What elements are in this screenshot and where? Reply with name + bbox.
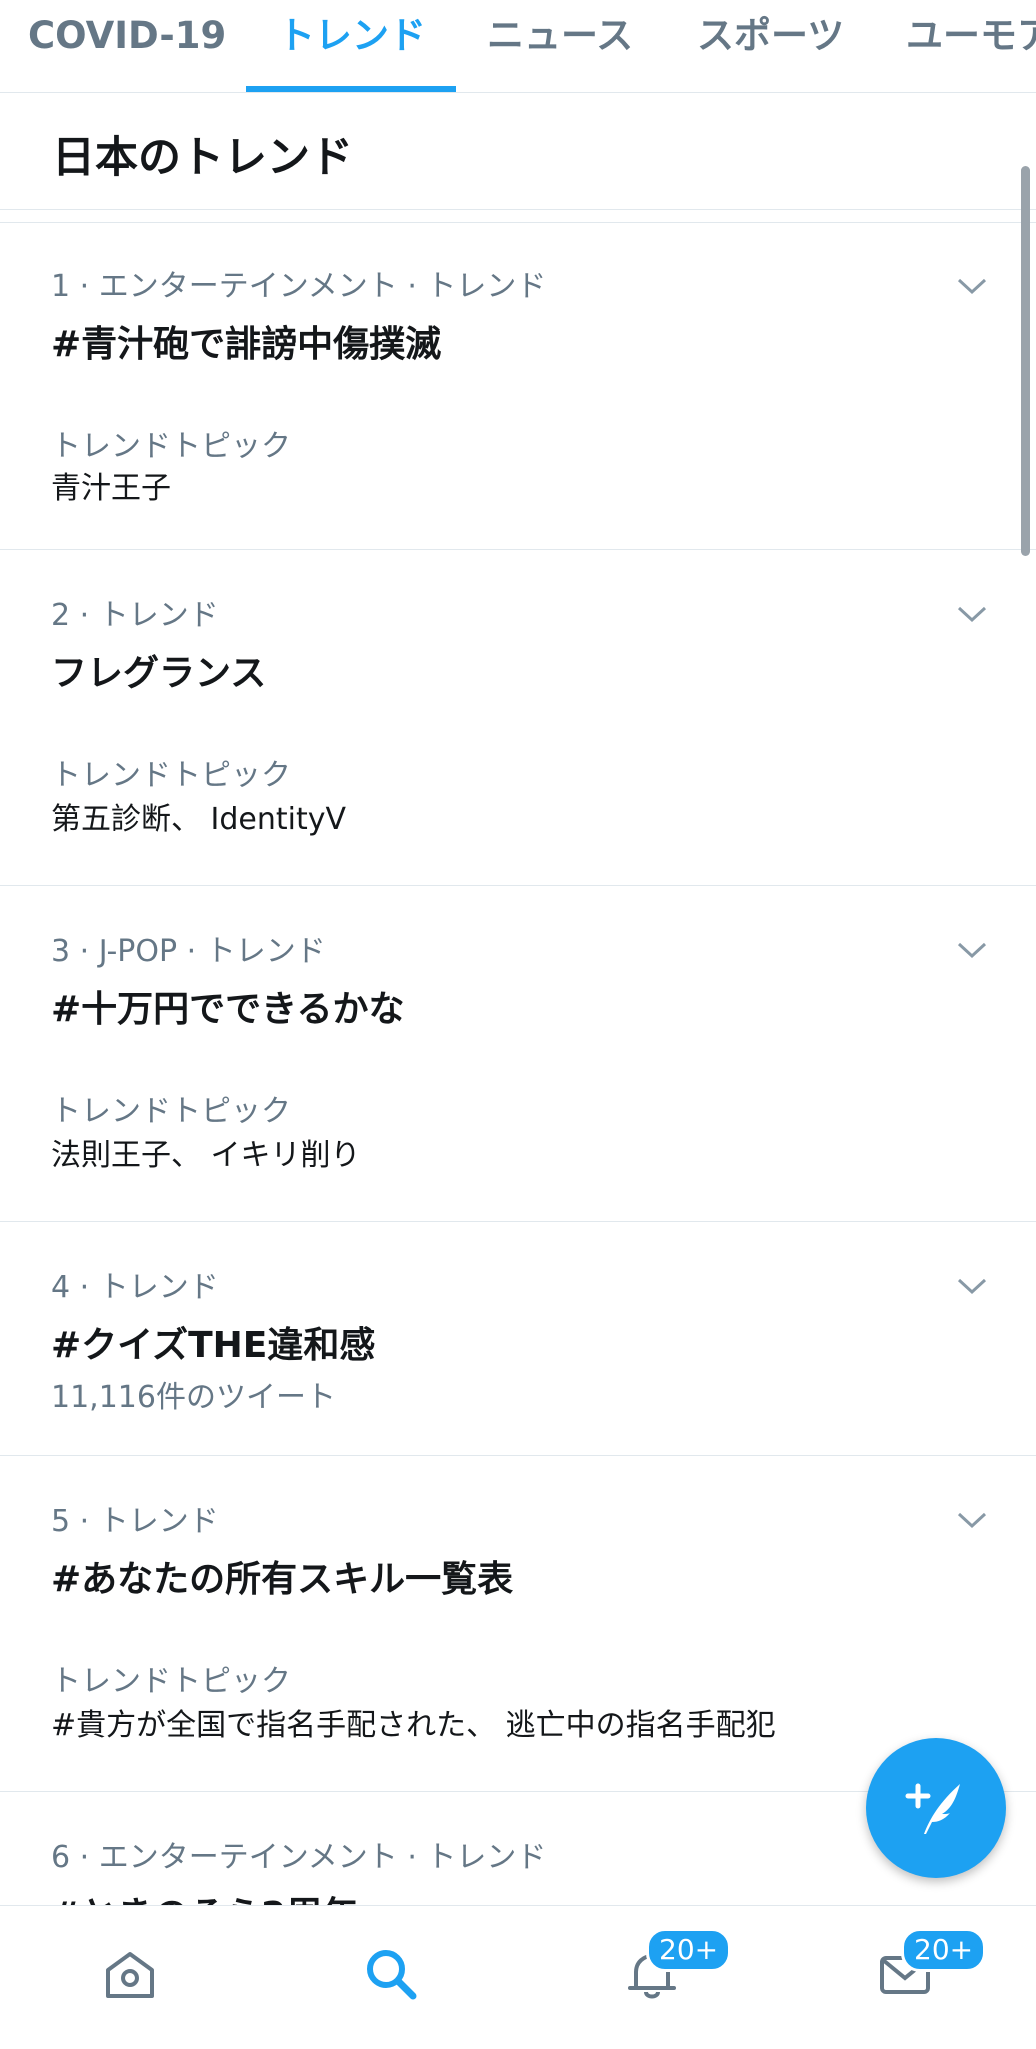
trend-topic-value: 法則王子、 イキリ削り: [51, 1138, 361, 1173]
trend-item-4[interactable]: 4 · トレンド #クイズTHE違和感 11,116件のツイート: [0, 1222, 1036, 1456]
trend-meta: 3 · J-POP · トレンド: [51, 934, 326, 969]
trend-topic-label: トレンドトピック: [51, 1664, 291, 1699]
section-header: 日本のトレンド: [0, 93, 1036, 210]
nav-messages[interactable]: 20+: [833, 1906, 993, 2049]
trend-item-3[interactable]: 3 · J-POP · トレンド #十万円でできるかな トレンドトピック 法則王…: [0, 886, 1036, 1222]
nav-home[interactable]: [50, 1906, 210, 2049]
trend-topic-label: トレンドトピック: [51, 429, 291, 464]
chevron-down-icon[interactable]: [956, 1510, 988, 1530]
trend-meta: 6 · エンターテインメント · トレンド: [51, 1840, 547, 1875]
trend-name: #十万円でできるかな: [51, 989, 405, 1030]
trend-topic-value: 青汁王子: [51, 471, 171, 506]
trend-topic-label: トレンドトピック: [51, 758, 291, 793]
notification-badge: 20+: [646, 1928, 732, 1972]
chevron-down-icon[interactable]: [956, 604, 988, 624]
chevron-down-icon[interactable]: [956, 940, 988, 960]
chevron-down-icon[interactable]: [956, 1276, 988, 1296]
compose-tweet-button[interactable]: [866, 1738, 1006, 1878]
chevron-down-icon[interactable]: [956, 276, 988, 296]
tab-news[interactable]: ニュース: [487, 0, 633, 92]
page-title: 日本のトレンド: [52, 133, 353, 183]
tab-covid19[interactable]: COVID-19: [28, 0, 226, 92]
scrollbar[interactable]: [1021, 166, 1030, 556]
trend-topic-value: #貴方が全国で指名手配された、 逃亡中の指名手配犯: [51, 1708, 776, 1743]
divider: [0, 210, 1036, 223]
trend-name: #青汁砲で誹謗中傷撲滅: [51, 324, 442, 365]
nav-search[interactable]: [311, 1906, 471, 2049]
tab-sports[interactable]: スポーツ: [697, 0, 844, 92]
trend-meta: 4 · トレンド: [51, 1270, 219, 1305]
messages-badge: 20+: [901, 1928, 987, 1972]
home-icon: [106, 1952, 154, 1998]
trend-topic-value: 第五診断、 IdentityV: [51, 802, 347, 837]
tab-humor[interactable]: ユーモア: [906, 0, 1036, 92]
search-icon: [367, 1950, 417, 2000]
bottom-navigation: 20+ 20+: [0, 1905, 1036, 2049]
trend-name: #クイズTHE違和感: [51, 1325, 376, 1366]
trend-name: フレグランス: [51, 653, 267, 694]
compose-feather-icon: [905, 1783, 960, 1834]
tab-trends[interactable]: トレンド: [278, 0, 426, 92]
trend-name: #あなたの所有スキル一覧表: [51, 1559, 514, 1600]
top-tab-bar: COVID-19 トレンド ニュース スポーツ ユーモア: [0, 0, 1036, 93]
tweet-count: 11,116件のツイート: [51, 1380, 336, 1415]
nav-notifications[interactable]: 20+: [572, 1906, 732, 2049]
trend-topic-label: トレンドトピック: [51, 1094, 291, 1129]
active-tab-indicator: [246, 86, 456, 92]
trend-item-1[interactable]: 1 · エンターテインメント · トレンド #青汁砲で誹謗中傷撲滅 トレンドトピ…: [0, 223, 1036, 550]
trend-meta: 2 · トレンド: [51, 598, 219, 633]
trend-item-2[interactable]: 2 · トレンド フレグランス トレンドトピック 第五診断、 IdentityV: [0, 550, 1036, 886]
trend-item-5[interactable]: 5 · トレンド #あなたの所有スキル一覧表 トレンドトピック #貴方が全国で指…: [0, 1456, 1036, 1792]
trend-meta: 5 · トレンド: [51, 1504, 219, 1539]
trend-meta: 1 · エンターテインメント · トレンド: [51, 269, 547, 304]
